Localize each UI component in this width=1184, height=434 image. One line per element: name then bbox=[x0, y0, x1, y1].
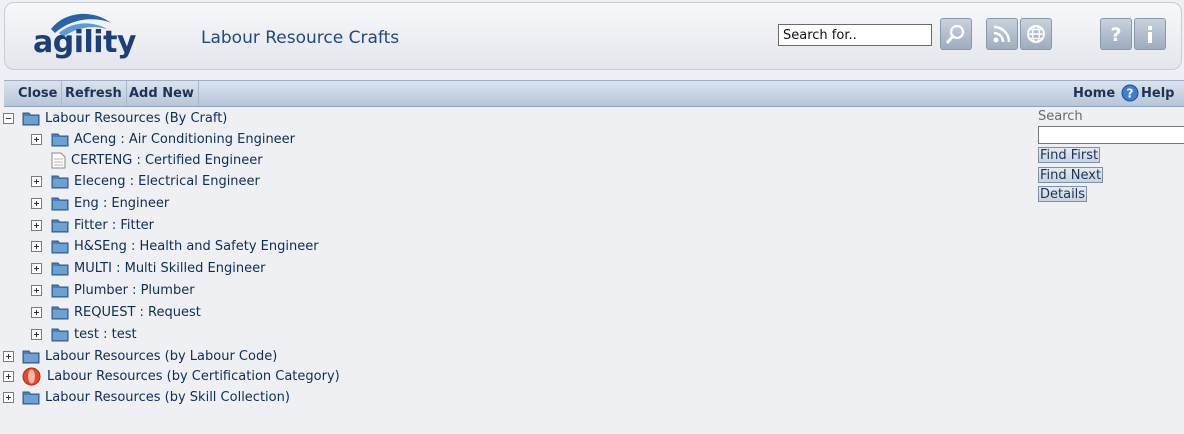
folder-icon bbox=[51, 328, 69, 342]
folder-icon bbox=[51, 306, 69, 320]
tree-node-label: H&SEng : Health and Safety Engineer bbox=[74, 239, 319, 254]
tree-node-label: Plumber : Plumber bbox=[74, 283, 195, 298]
svg-text:?: ? bbox=[1110, 24, 1121, 45]
expand-icon[interactable] bbox=[31, 198, 42, 209]
side-search-input[interactable] bbox=[1038, 126, 1184, 144]
tree-node-label: Labour Resources (by Labour Code) bbox=[45, 349, 278, 364]
tree-node-label: Fitter : Fitter bbox=[74, 218, 155, 233]
folder-icon bbox=[22, 391, 40, 405]
add-new-button[interactable]: Add New bbox=[125, 81, 199, 106]
search-button[interactable] bbox=[940, 18, 972, 50]
refresh-button[interactable]: Refresh bbox=[61, 81, 127, 106]
help-link[interactable]: Help bbox=[1137, 81, 1178, 106]
globe-icon bbox=[1027, 25, 1045, 43]
logo-text: agility bbox=[33, 25, 136, 60]
expand-icon[interactable] bbox=[31, 134, 42, 145]
tree-node-label: REQUEST : Request bbox=[74, 305, 201, 320]
tree-node-label: Labour Resources (by Certification Categ… bbox=[47, 369, 340, 384]
close-button[interactable]: Close bbox=[14, 81, 63, 106]
search-icon bbox=[946, 24, 965, 44]
globe-button[interactable] bbox=[1020, 18, 1052, 50]
tree-node-label: Labour Resources (by Skill Collection) bbox=[45, 390, 290, 405]
details-button[interactable]: Details bbox=[1038, 186, 1088, 202]
folder-icon bbox=[51, 240, 69, 254]
tree-node-label: Labour Resources (By Craft) bbox=[45, 111, 228, 126]
page-title: Labour Resource Crafts bbox=[201, 28, 400, 48]
info-button[interactable] bbox=[1134, 18, 1166, 50]
expand-icon[interactable] bbox=[31, 307, 42, 318]
expand-icon[interactable] bbox=[31, 263, 42, 274]
rss-icon bbox=[993, 25, 1011, 43]
expand-icon[interactable] bbox=[31, 220, 42, 231]
side-search-label: Search bbox=[1038, 109, 1083, 124]
expand-icon[interactable] bbox=[31, 241, 42, 252]
rss-button[interactable] bbox=[986, 18, 1018, 50]
folder-icon bbox=[51, 219, 69, 233]
folder-icon bbox=[51, 133, 69, 147]
folder-icon bbox=[22, 350, 40, 364]
home-link[interactable]: Home bbox=[1069, 81, 1119, 106]
expand-icon[interactable] bbox=[3, 371, 14, 382]
expand-icon[interactable] bbox=[3, 351, 14, 362]
tree-node-label: Eng : Engineer bbox=[74, 196, 170, 211]
folder-icon bbox=[51, 175, 69, 189]
action-toolbar: Close Refresh Add New Home ? Help bbox=[4, 80, 1184, 107]
tree-node-label: CERTENG : Certified Engineer bbox=[71, 153, 263, 168]
tree-node-label: test : test bbox=[74, 327, 137, 342]
expand-icon[interactable] bbox=[31, 329, 42, 340]
find-first-button[interactable]: Find First bbox=[1038, 147, 1101, 163]
folder-icon bbox=[51, 284, 69, 298]
help-question-button[interactable]: ? bbox=[1100, 18, 1132, 50]
find-next-button[interactable]: Find Next bbox=[1038, 167, 1104, 183]
folder-icon bbox=[51, 197, 69, 211]
tree-node-label: ACeng : Air Conditioning Engineer bbox=[74, 132, 296, 147]
expand-icon[interactable] bbox=[31, 285, 42, 296]
tree-node-label: Eleceng : Electrical Engineer bbox=[74, 174, 260, 189]
expand-icon[interactable] bbox=[31, 176, 42, 187]
question-icon: ? bbox=[1110, 24, 1121, 45]
folder-icon bbox=[51, 262, 69, 276]
document-icon bbox=[51, 152, 66, 169]
header-search-input[interactable] bbox=[778, 24, 932, 46]
collapse-icon[interactable] bbox=[3, 113, 14, 124]
certificate-badge-icon bbox=[22, 367, 41, 386]
svg-text:?: ? bbox=[1127, 87, 1134, 101]
folder-icon bbox=[22, 112, 40, 126]
info-icon bbox=[1148, 26, 1152, 43]
tree-node-label: MULTI : Multi Skilled Engineer bbox=[74, 261, 266, 276]
expand-icon[interactable] bbox=[3, 392, 14, 403]
